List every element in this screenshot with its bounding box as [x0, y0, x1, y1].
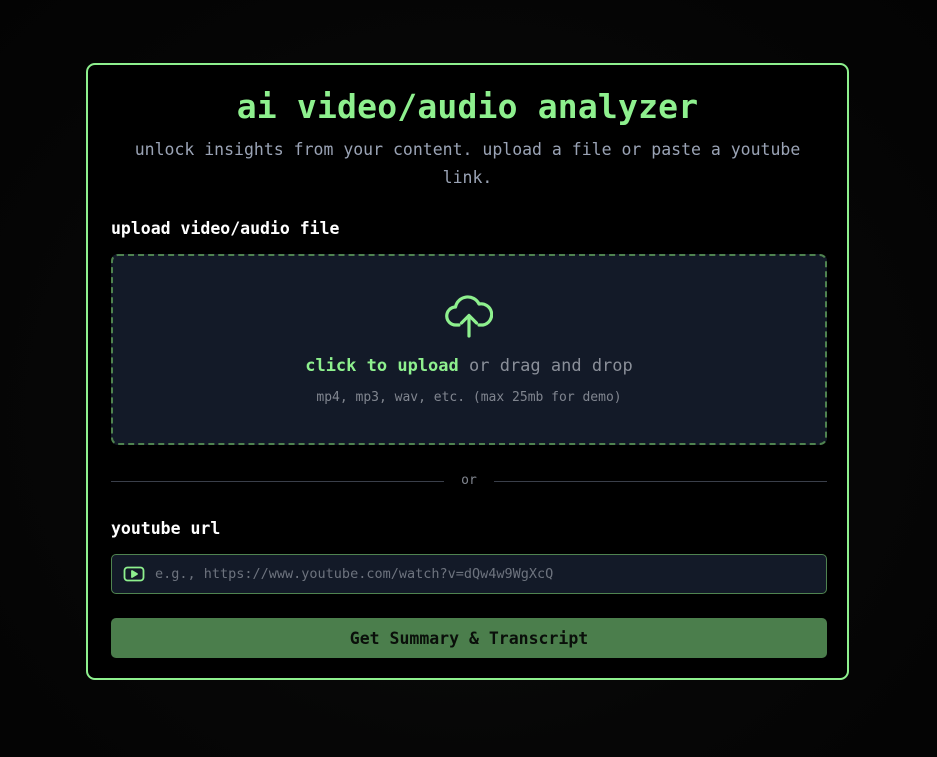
youtube-play-icon [123, 566, 145, 582]
page-title: ai video/audio analyzer [236, 87, 699, 126]
divider-line-right [494, 481, 827, 482]
page-subtitle: unlock insights from your content. uploa… [134, 140, 801, 187]
youtube-url-field[interactable] [111, 554, 827, 594]
click-to-upload-link[interactable]: click to upload [305, 356, 459, 376]
get-summary-button[interactable]: Get Summary & Transcript [111, 618, 827, 658]
cloud-upload-icon [445, 295, 493, 338]
upload-label: upload video/audio file [111, 219, 340, 238]
analyzer-card: ai video/audio analyzer unlock insights … [86, 63, 849, 680]
file-types-hint: mp4, mp3, wav, etc. (max 25mb for demo) [316, 390, 622, 405]
youtube-url-label: youtube url [111, 519, 221, 538]
or-divider: or [111, 471, 827, 491]
youtube-url-input[interactable] [155, 555, 815, 593]
file-dropzone[interactable]: click to upload or drag and drop mp4, mp… [111, 254, 827, 445]
dropzone-instructions: click to upload or drag and drop [113, 356, 825, 376]
drag-drop-text: or drag and drop [469, 356, 633, 376]
